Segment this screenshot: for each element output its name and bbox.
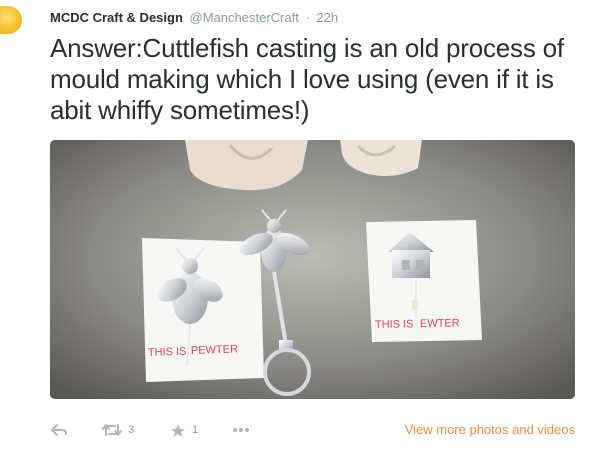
svg-text:EWTER: EWTER [420, 317, 460, 330]
more-button[interactable] [232, 420, 250, 440]
tweet-photo[interactable]: THIS IS PEWTER THIS IS EWTER [50, 140, 575, 399]
tweet-header: MCDC Craft & Design @ManchesterCraft · 2… [50, 9, 338, 27]
reply-button[interactable] [50, 420, 68, 440]
more-icon [233, 428, 249, 432]
reply-icon [51, 424, 67, 436]
favorite-button[interactable]: 1 [170, 420, 198, 440]
card-left: THIS IS PEWTER [142, 238, 264, 382]
svg-text:THIS IS: THIS IS [148, 346, 187, 359]
tweet-text: Answer:Cuttlefish casting is an old proc… [50, 33, 564, 125]
tweet-actions: 3 1 View more photos and videos [50, 420, 580, 440]
svg-text:PEWTER: PEWTER [191, 343, 239, 357]
favorite-count: 1 [192, 424, 199, 436]
separator-dot: · [305, 10, 310, 25]
timestamp[interactable]: 22h [316, 10, 338, 25]
retweet-button[interactable]: 3 [102, 420, 134, 440]
star-icon [171, 423, 185, 437]
retweet-count: 3 [128, 424, 135, 436]
avatar[interactable] [0, 6, 22, 34]
view-more-photos-link[interactable]: View more photos and videos [405, 422, 575, 437]
retweet-icon [102, 424, 122, 436]
tweet: MCDC Craft & Design @ManchesterCraft · 2… [0, 0, 593, 454]
display-name[interactable]: MCDC Craft & Design [50, 10, 183, 25]
photo-illustration: THIS IS PEWTER THIS IS EWTER [50, 140, 575, 399]
svg-text:THIS IS: THIS IS [375, 318, 414, 331]
screen-name[interactable]: @ManchesterCraft [190, 10, 299, 25]
card-right: THIS IS EWTER [366, 220, 482, 342]
